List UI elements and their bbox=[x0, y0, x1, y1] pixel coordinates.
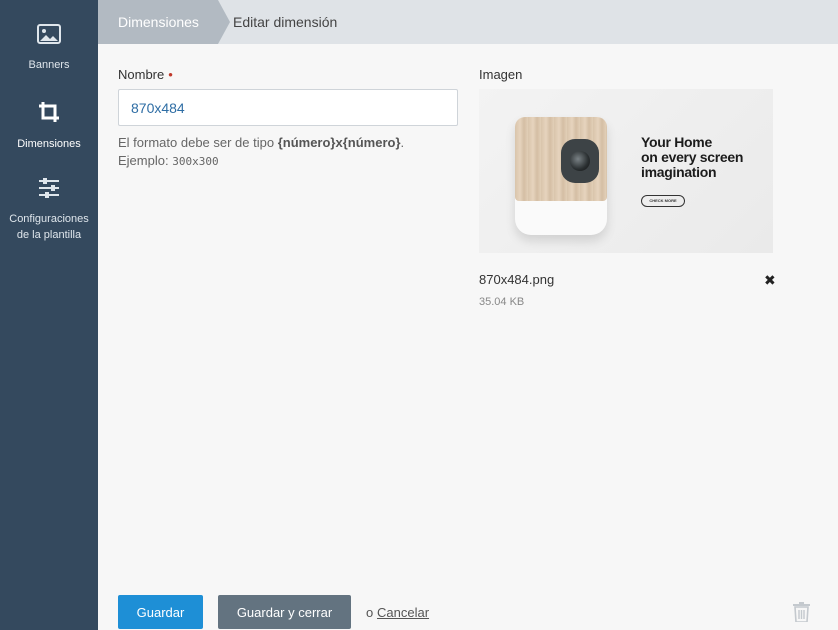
sidebar-item-configuraciones[interactable]: Configuraciones de la plantilla bbox=[0, 178, 98, 243]
sidebar-item-label: Configuraciones de la plantilla bbox=[0, 211, 98, 243]
breadcrumb-current: Editar dimensión bbox=[233, 14, 338, 30]
camera-illustration bbox=[515, 117, 607, 235]
sidebar-item-label-line1: Configuraciones bbox=[9, 213, 89, 225]
sidebar-item-dimensiones[interactable]: Dimensiones bbox=[0, 101, 98, 152]
or-text: o bbox=[366, 605, 374, 620]
sidebar-item-label: Dimensiones bbox=[17, 138, 81, 150]
sidebar: Banners Dimensiones Configuraciones de l… bbox=[0, 0, 98, 630]
hint-suffix: . bbox=[400, 135, 405, 150]
promo-headline-line1: Your Home bbox=[641, 134, 712, 150]
sidebar-item-label-line2: de la plantilla bbox=[16, 229, 82, 241]
promo-headline-line2: on every screen bbox=[641, 149, 744, 165]
file-name: 870x484.png bbox=[479, 272, 555, 287]
promo-headline-line3: imagination bbox=[641, 164, 717, 180]
sidebar-item-banners[interactable]: Banners bbox=[0, 24, 98, 73]
crop-icon bbox=[0, 101, 98, 128]
sliders-icon bbox=[0, 178, 98, 203]
name-label: Nombre • bbox=[118, 67, 173, 82]
required-mark: • bbox=[168, 67, 173, 82]
save-button[interactable]: Guardar bbox=[118, 595, 203, 629]
image-preview: Your Home on every screen imagination CH… bbox=[479, 89, 773, 253]
image-icon bbox=[0, 24, 98, 49]
name-input[interactable] bbox=[118, 89, 458, 126]
save-and-close-button[interactable]: Guardar y cerrar bbox=[218, 595, 351, 629]
format-hint: El formato debe ser de tipo {número}x{nú… bbox=[118, 134, 404, 171]
promo-cta: CHECK MORE bbox=[641, 195, 685, 207]
file-size: 35.04 KB bbox=[479, 296, 525, 308]
example-label: Ejemplo: bbox=[118, 153, 173, 168]
breadcrumb-dimensiones-link[interactable]: Dimensiones bbox=[98, 0, 230, 44]
example-value: 300x300 bbox=[172, 155, 219, 168]
hint-format: {número}x{número} bbox=[277, 135, 401, 150]
image-label: Imagen bbox=[479, 67, 523, 82]
hint-prefix: El formato debe ser de tipo bbox=[118, 135, 278, 150]
name-label-text: Nombre bbox=[118, 67, 165, 82]
promo-headline: Your Home on every screen imagination bbox=[641, 135, 743, 180]
close-icon[interactable]: ✖ bbox=[764, 273, 776, 287]
cancel-link[interactable]: Cancelar bbox=[377, 605, 429, 620]
trash-icon[interactable] bbox=[793, 602, 810, 627]
breadcrumb: Dimensiones Editar dimensión bbox=[98, 0, 838, 44]
sidebar-item-label: Banners bbox=[28, 59, 70, 71]
